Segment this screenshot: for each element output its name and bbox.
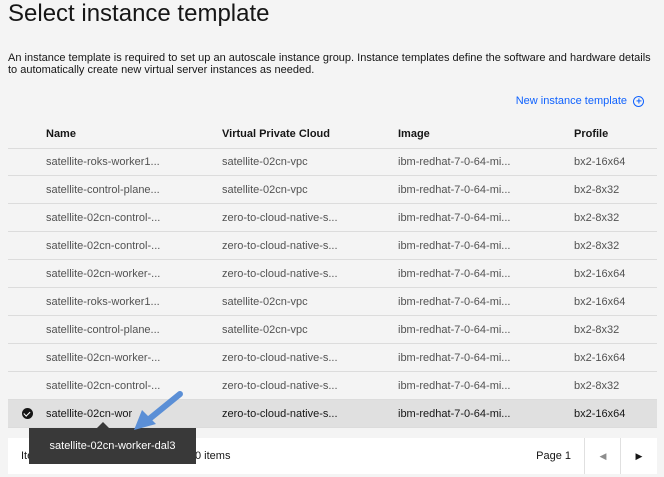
column-header-name: Name xyxy=(46,128,76,140)
cell-profile: bx2-8x32 xyxy=(574,379,620,392)
previous-page-button[interactable]: ◀ xyxy=(584,438,621,474)
cell-vpc: zero-to-cloud-native-s... xyxy=(222,239,338,252)
new-instance-template-link[interactable]: New instance template xyxy=(516,95,644,107)
cell-profile: bx2-8x32 xyxy=(574,323,620,336)
cell-name: satellite-02cn-control-... xyxy=(46,239,161,252)
instance-template-table: Name Virtual Private Cloud Image Profile… xyxy=(8,120,657,428)
next-page-button[interactable]: ▶ xyxy=(620,438,657,474)
cell-image: ibm-redhat-7-0-64-mi... xyxy=(398,379,511,392)
cell-image: ibm-redhat-7-0-64-mi... xyxy=(398,295,511,308)
cell-image: ibm-redhat-7-0-64-mi... xyxy=(398,407,511,420)
new-instance-template-label: New instance template xyxy=(515,95,627,107)
cell-vpc: zero-to-cloud-native-s... xyxy=(222,211,338,224)
cell-image: ibm-redhat-7-0-64-mi... xyxy=(398,183,511,196)
table-row[interactable]: satellite-02cn-worker-... zero-to-cloud-n… xyxy=(8,260,657,288)
column-header-vpc: Virtual Private Cloud xyxy=(222,128,330,140)
cell-image: ibm-redhat-7-0-64-mi... xyxy=(398,239,511,252)
cell-image: ibm-redhat-7-0-64-mi... xyxy=(398,156,511,168)
cell-vpc: zero-to-cloud-native-s... xyxy=(222,379,338,392)
annotation-arrow-icon xyxy=(134,391,183,430)
tooltip-text: satellite-02cn-worker-dal3 xyxy=(49,440,176,452)
cell-profile: bx2-8x32 xyxy=(574,183,620,196)
cell-image: ibm-redhat-7-0-64-mi... xyxy=(398,323,511,336)
cell-profile: bx2-16x64 xyxy=(574,156,626,168)
column-header-profile: Profile xyxy=(574,128,609,140)
page-title: Select instance template xyxy=(8,0,270,27)
cell-profile: bx2-16x64 xyxy=(574,351,626,364)
caret-left-icon: ◀ xyxy=(599,450,607,461)
cell-profile: bx2-16x64 xyxy=(574,295,626,308)
column-header-image: Image xyxy=(398,128,430,140)
table-row[interactable]: satellite-02cn-control-... zero-to-cloud-… xyxy=(8,204,657,232)
cell-vpc: satellite-02cn-vpc xyxy=(222,323,308,336)
table-body: satellite-roks-worker1... satellite-02cn-… xyxy=(8,148,657,428)
checkmark-filled-icon xyxy=(21,408,33,419)
table-row[interactable]: satellite-02cn-worker-... zero-to-cloud-n… xyxy=(8,344,657,372)
cell-image: ibm-redhat-7-0-64-mi... xyxy=(398,211,511,224)
table-header: Name Virtual Private Cloud Image Profile xyxy=(8,120,657,148)
cell-name: satellite-control-plane... xyxy=(46,183,160,196)
cell-vpc: satellite-02cn-vpc xyxy=(222,295,308,308)
table-row[interactable]: satellite-roks-worker1... satellite-02cn-… xyxy=(8,148,657,176)
caret-right-icon: ▶ xyxy=(635,450,643,461)
table-row[interactable]: satellite-roks-worker1... satellite-02cn-… xyxy=(8,288,657,316)
table-row[interactable]: satellite-02cn-control-... zero-to-cloud-… xyxy=(8,372,657,400)
cell-name: satellite-roks-worker1... xyxy=(46,295,160,308)
cell-profile: bx2-8x32 xyxy=(574,211,620,224)
table-row[interactable]: satellite-02cn-control-... zero-to-cloud-… xyxy=(8,232,657,260)
page-description: An instance template is required to set … xyxy=(8,52,651,76)
cell-profile: bx2-16x64 xyxy=(574,267,626,280)
cell-name: satellite-control-plane... xyxy=(46,323,160,336)
cell-vpc: zero-to-cloud-native-s... xyxy=(222,351,338,364)
cell-image: ibm-redhat-7-0-64-mi... xyxy=(398,267,511,280)
cell-vpc: satellite-02cn-vpc xyxy=(222,156,308,168)
page-number-label: Page 1 xyxy=(536,450,571,462)
item-count-label: 0 items xyxy=(195,450,231,462)
table-row[interactable]: satellite-control-plane... satellite-02cn… xyxy=(8,316,657,344)
cell-profile: bx2-16x64 xyxy=(574,407,626,420)
cell-name: satellite-02cn-worker-... xyxy=(46,267,161,280)
cell-image: ibm-redhat-7-0-64-mi... xyxy=(398,351,511,364)
row-select-cell[interactable] xyxy=(8,408,46,419)
cell-vpc: satellite-02cn-vpc xyxy=(222,183,308,196)
cell-name: satellite-02cn-control-... xyxy=(46,211,161,224)
cell-profile: bx2-8x32 xyxy=(574,239,620,252)
table-row[interactable]: satellite-control-plane... satellite-02cn… xyxy=(8,176,657,204)
add-circle-icon xyxy=(633,95,644,107)
cell-name: satellite-02cn-worker-... xyxy=(46,351,161,364)
cell-name: satellite-roks-worker1... xyxy=(46,156,160,168)
cell-vpc: zero-to-cloud-native-s... xyxy=(222,267,338,280)
cell-vpc: zero-to-cloud-native-s... xyxy=(222,407,338,420)
